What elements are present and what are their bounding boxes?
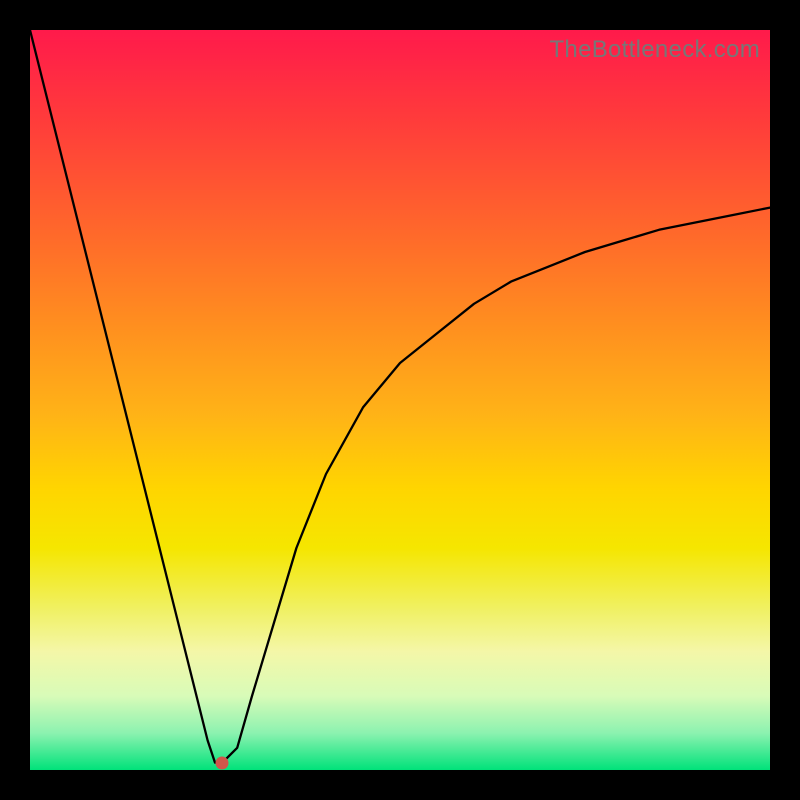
chart-frame: TheBottleneck.com — [0, 0, 800, 800]
curve-path — [30, 30, 770, 763]
optimal-point-marker — [216, 756, 229, 769]
plot-area: TheBottleneck.com — [30, 30, 770, 770]
bottleneck-curve — [30, 30, 770, 770]
